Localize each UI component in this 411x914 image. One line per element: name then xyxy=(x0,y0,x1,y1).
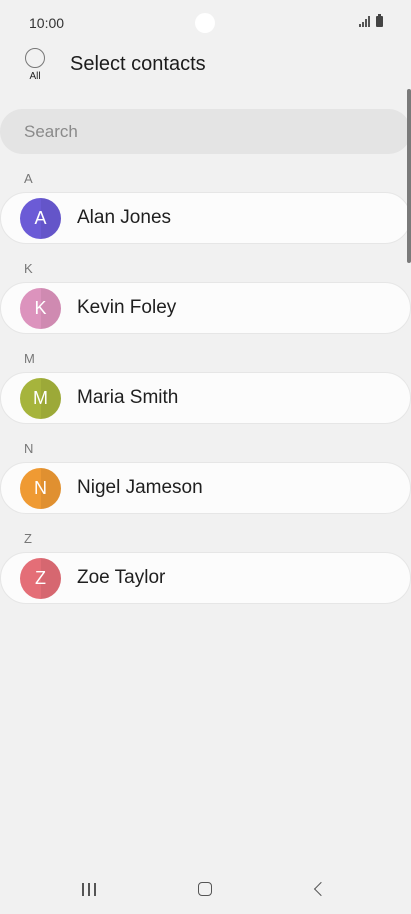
contact-row-alan-jones[interactable]: A Alan Jones xyxy=(0,192,411,244)
scrollbar[interactable] xyxy=(407,89,411,263)
select-all-label: All xyxy=(29,71,41,82)
search-placeholder: Search xyxy=(24,121,78,141)
search-input[interactable]: Search xyxy=(0,109,411,154)
section-header-n: N xyxy=(24,441,34,456)
contact-row-nigel-jameson[interactable]: N Nigel Jameson xyxy=(0,462,411,514)
contact-name: Alan Jones xyxy=(77,207,172,228)
status-time: 10:00 xyxy=(29,15,65,31)
avatar: Z xyxy=(20,557,61,599)
contact-name: Zoe Taylor xyxy=(77,567,166,588)
avatar: K xyxy=(20,287,61,329)
signal-icon xyxy=(359,16,370,27)
back-icon[interactable] xyxy=(313,881,329,897)
contact-row-zoe-taylor[interactable]: Z Zoe Taylor xyxy=(0,552,411,604)
camera-cutout xyxy=(195,13,215,33)
section-header-a: A xyxy=(24,171,33,186)
page-title: Select contacts xyxy=(70,53,206,75)
status-bar: 10:00 xyxy=(0,0,411,46)
contact-row-kevin-foley[interactable]: K Kevin Foley xyxy=(0,282,411,334)
avatar: N xyxy=(20,467,61,509)
contact-list: A A Alan Jones K K Kevin Foley M M Maria… xyxy=(0,164,411,614)
avatar-initial: K xyxy=(34,297,47,318)
select-all-circle-icon xyxy=(25,48,45,68)
avatar: A xyxy=(20,197,61,239)
contact-name: Nigel Jameson xyxy=(77,477,203,498)
battery-icon xyxy=(376,14,383,27)
avatar-initial: Z xyxy=(35,567,46,588)
avatar-initial: N xyxy=(34,477,47,498)
header: All Select contacts xyxy=(0,46,411,92)
avatar-initial: A xyxy=(34,207,47,228)
recents-icon[interactable] xyxy=(82,883,96,896)
avatar: M xyxy=(20,377,61,419)
section-header-k: K xyxy=(24,261,33,276)
section-header-z: Z xyxy=(24,531,32,546)
contact-row-maria-smith[interactable]: M Maria Smith xyxy=(0,372,411,424)
contact-name: Kevin Foley xyxy=(77,297,177,318)
status-icons xyxy=(359,14,383,27)
avatar-initial: M xyxy=(33,387,48,408)
home-icon[interactable] xyxy=(198,882,212,896)
contact-name: Maria Smith xyxy=(77,387,179,408)
navigation-bar xyxy=(0,866,411,914)
select-all-checkbox[interactable]: All xyxy=(20,48,50,82)
section-header-m: M xyxy=(24,351,35,366)
